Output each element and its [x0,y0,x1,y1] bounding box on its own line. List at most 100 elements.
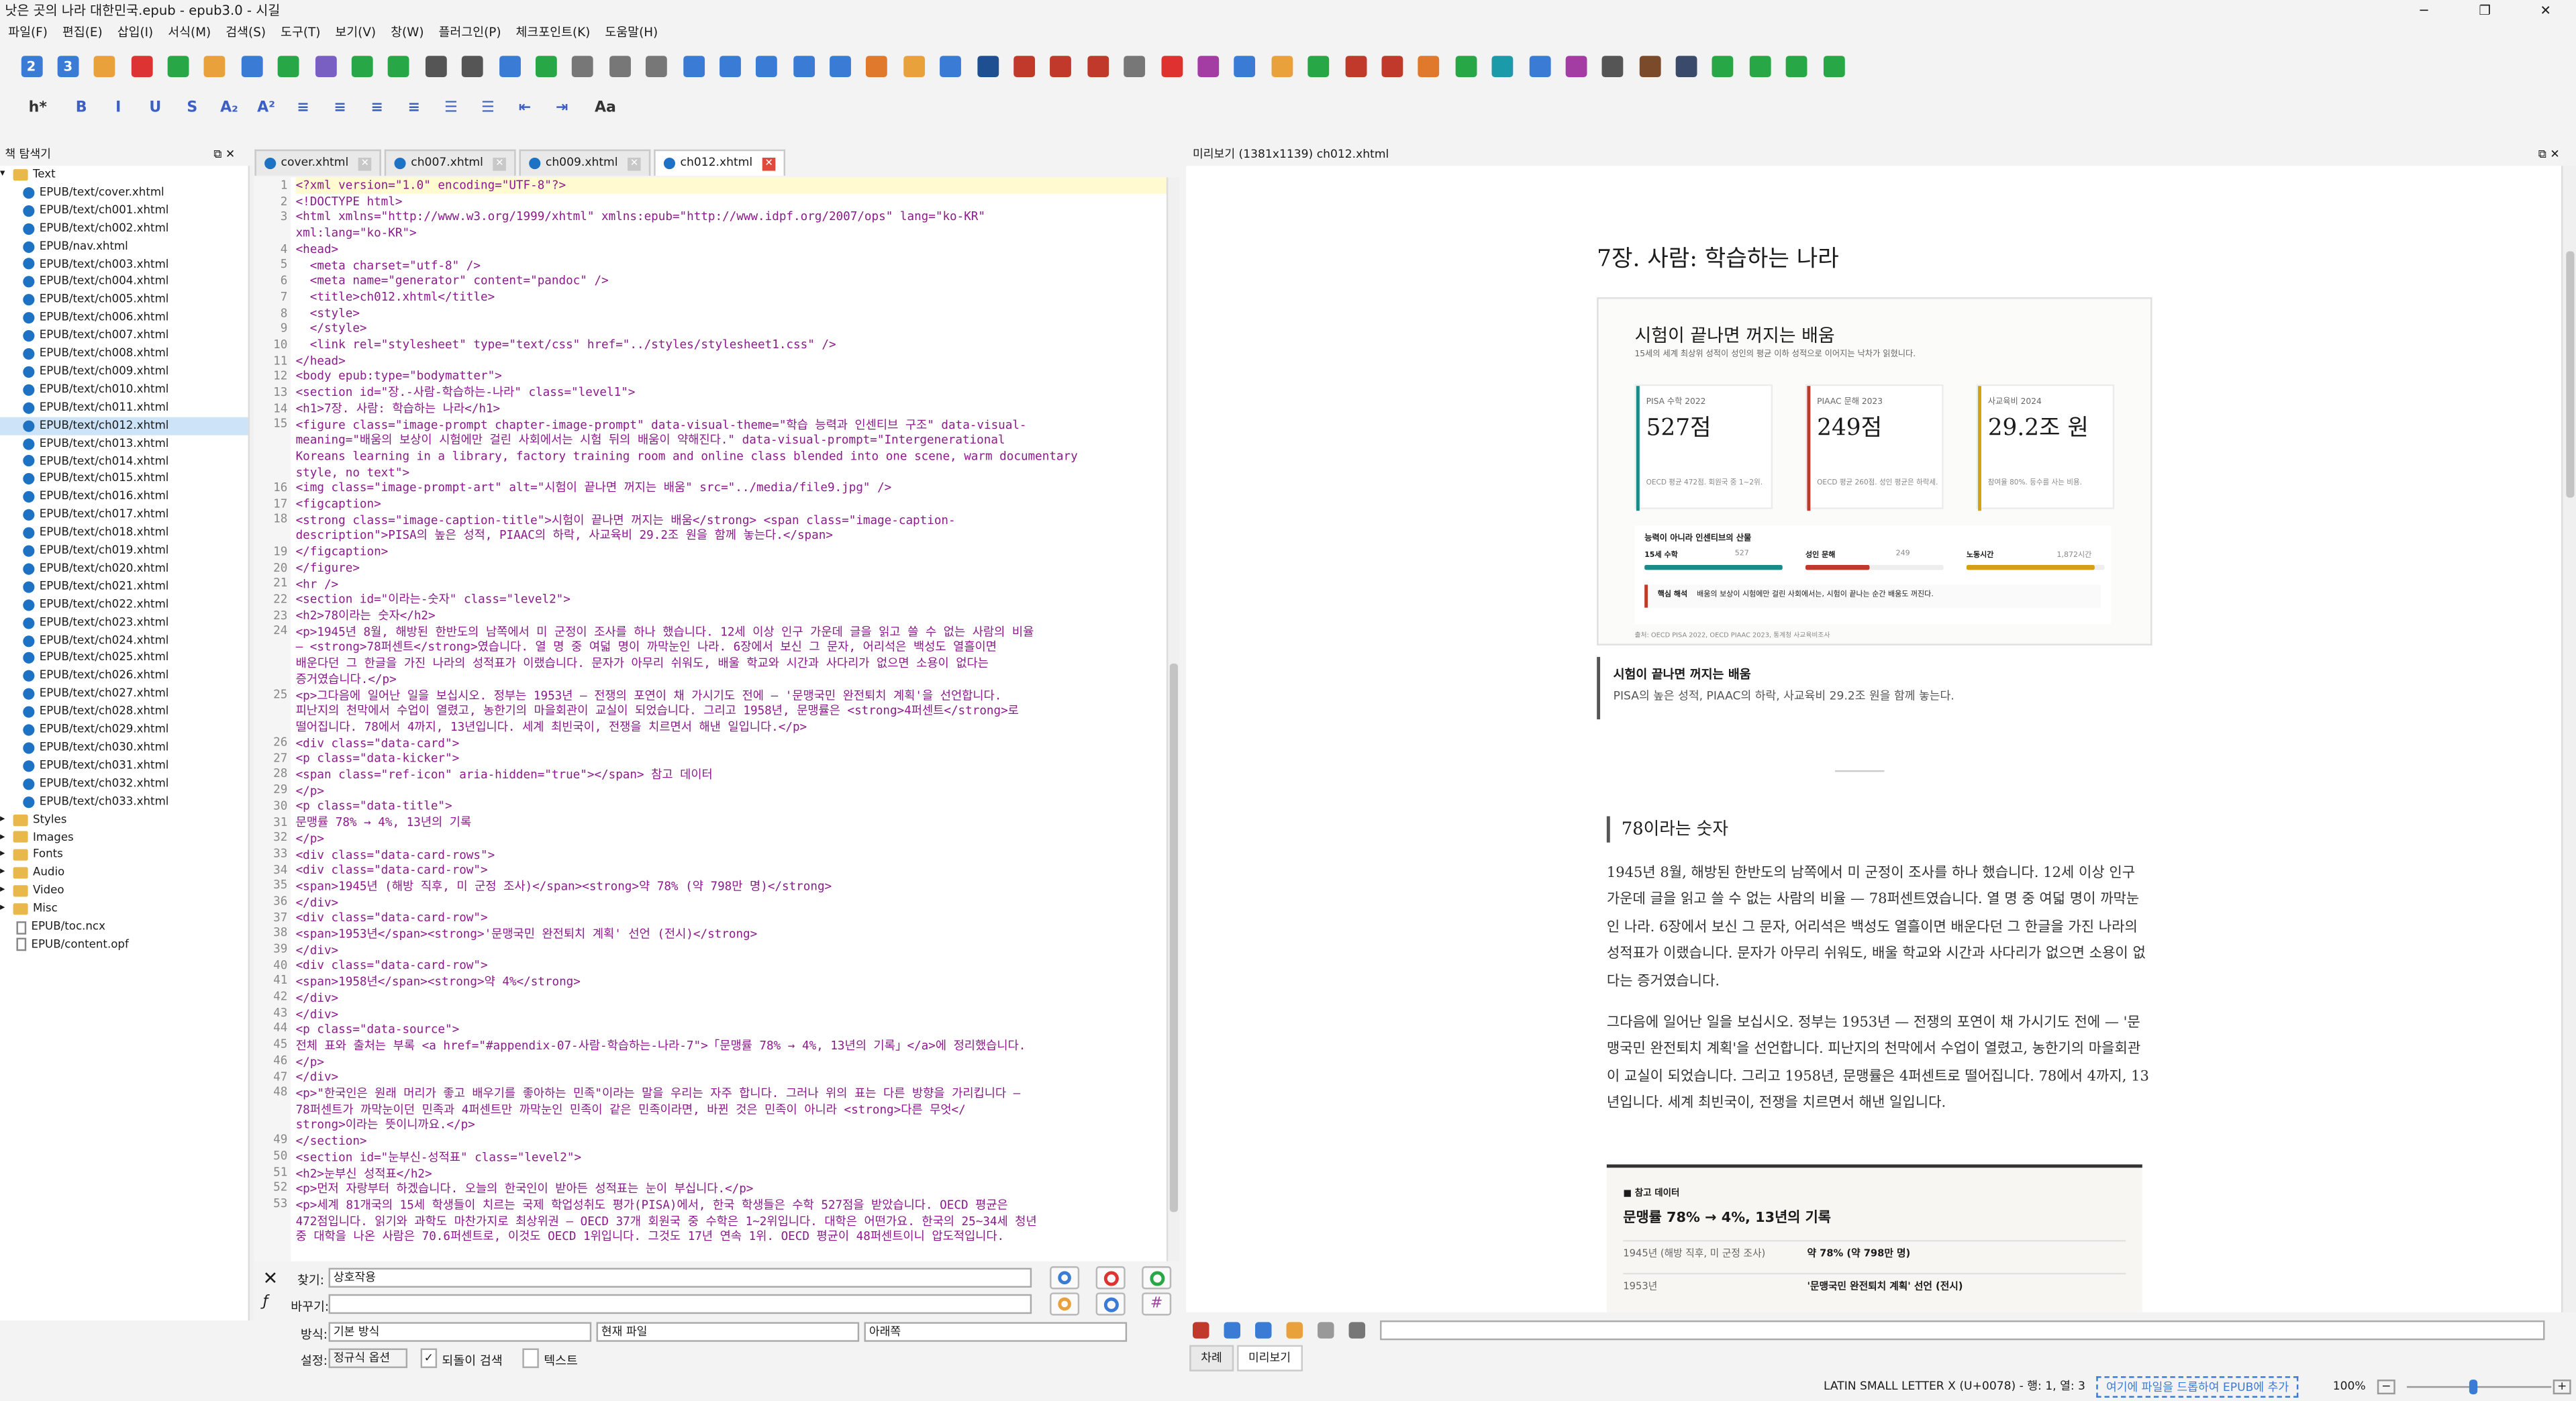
code-line[interactable]: xml:lang="ko-KR"> [296,225,1167,242]
code-line[interactable]: Koreans learning in a library, factory t… [296,448,1167,464]
code-line[interactable]: 중 대학을 나온 사람은 70.6퍼센트로, 이것도 OECD 1위입니다. 그… [296,1229,1167,1245]
code-content[interactable]: <?xml version="1.0" encoding="UTF-8"?> <!… [295,177,1167,1245]
code-line[interactable]: <p>"한국인은 원래 머리가 좋고 배우기를 좋아하는 민족"이라는 말을 우… [296,1086,1167,1102]
code-line[interactable]: <p>세계 81개국의 15세 학생들이 치르는 국제 학업성취도 평가(PIS… [296,1197,1167,1213]
code-line[interactable]: <!DOCTYPE html> [296,193,1167,209]
code-line[interactable]: </div> [296,990,1167,1006]
code-line[interactable]: <div class="data-card-row"> [296,958,1167,974]
code-line[interactable]: </div> [296,1070,1167,1086]
tree-file-item[interactable]: EPUB/text/ch032.xhtml [0,775,250,793]
tree-folder-item[interactable]: ▸ Images [0,829,250,847]
save-icon[interactable] [127,51,156,81]
replace-icon[interactable] [1009,51,1039,81]
add-existing-icon[interactable] [385,51,414,81]
menu-item-9[interactable]: 체크포인트(K) [516,21,591,44]
tree-file-item[interactable]: EPUB/text/ch028.xhtml [0,703,250,721]
preview-scrollbar[interactable] [2561,166,2576,1312]
code-editor[interactable]: 1 2 3 4 5 6 7 8 9 10 11 12 13 14 15 16 17 18 19 20 21 22 23 24 2… [254,177,1180,1261]
tree-folder-item[interactable]: ▸ Fonts [0,847,250,865]
format-button-14[interactable]: ⇥ [547,95,577,121]
format-button-10[interactable]: ≡ [399,95,429,121]
format-button-5[interactable]: A₂ [214,95,244,121]
format-button-15[interactable]: Aa [584,95,627,121]
tree-folder-item[interactable]: ▸ Misc [0,900,250,919]
minimize-icon[interactable]: ─ [2393,0,2455,21]
code-line[interactable]: <strong class="image-caption-title">시험이 … [296,512,1167,528]
toc-icon[interactable] [1267,51,1297,81]
add-file-icon[interactable] [164,51,193,81]
code-line[interactable]: </div> [296,1006,1167,1022]
replace-input[interactable] [328,1294,1032,1314]
tree-file-item[interactable]: EPUB/text/ch031.xhtml [0,757,250,775]
code-line[interactable]: </style> [296,321,1167,337]
tree-file-item[interactable]: EPUB/text/ch013.xhtml [0,435,250,453]
tree-file-item[interactable]: EPUB/text/ch024.xhtml [0,631,250,650]
close-tag-icon[interactable] [715,51,745,81]
format-button-11[interactable]: ☰ [436,95,466,121]
close-find-icon[interactable]: ✕ [263,1268,279,1290]
tree-file-item[interactable]: EPUB/text/ch021.xhtml [0,578,250,596]
code-line[interactable]: <meta charset="utf-8" /> [296,257,1167,273]
preview-search-input[interactable] [1380,1319,2545,1340]
spellcheck-icon[interactable] [973,51,1002,81]
tree-file-item[interactable]: EPUB/text/ch004.xhtml [0,273,250,291]
menu-item-10[interactable]: 도움말(H) [605,21,658,44]
code-line[interactable]: 전체 표와 출처는 부록 <a href="#appendix-07-사람-학습… [296,1038,1167,1054]
tree-file-item[interactable]: EPUB/text/ch029.xhtml [0,721,250,739]
plugin-7-icon[interactable] [1561,51,1591,81]
tree-file-item[interactable]: EPUB/text/ch030.xhtml [0,739,250,757]
code-line[interactable]: <html xmlns="http://www.w3.org/1999/xhtm… [296,209,1167,225]
tree-file-item[interactable]: EPUB/text/ch012.xhtml [0,416,250,435]
scope-select[interactable]: 현재 파일 [596,1322,860,1342]
tree-file-item[interactable]: EPUB/text/ch001.xhtml [0,202,250,220]
code-line[interactable]: <figcaption> [296,496,1167,512]
code-line[interactable]: 증거였습니다.</p> [296,672,1167,688]
code-line[interactable]: <span>1958년</span><strong>약 4%</strong> [296,974,1167,990]
tree-file-item[interactable]: EPUB/text/ch025.xhtml [0,650,250,668]
menu-item-5[interactable]: 도구(T) [281,21,320,44]
format-button-13[interactable]: ⇤ [510,95,540,121]
format-button-12[interactable]: ☰ [473,95,503,121]
image-icon[interactable] [826,51,855,81]
code-line[interactable]: <div class="data-card-row"> [296,911,1167,927]
tree-file-item[interactable]: EPUB/text/ch008.xhtml [0,345,250,363]
menu-item-1[interactable]: 편집(E) [62,21,103,44]
tree-file-item[interactable]: EPUB/text/ch023.xhtml [0,614,250,632]
code-line[interactable]: </figure> [296,560,1167,576]
code-line[interactable]: <h1>7장. 사람: 학습하는 나라</h1> [296,401,1167,417]
editor-scrollbar[interactable] [1166,177,1180,1261]
redo-icon[interactable] [532,51,561,81]
search-icon[interactable] [752,51,782,81]
format-button-8[interactable]: ≡ [326,95,355,121]
tab-close-icon[interactable]: ✕ [762,156,776,170]
replace-find-button[interactable] [1095,1266,1126,1290]
code-line[interactable]: <div class="data-card"> [296,735,1167,751]
plugin-4-icon[interactable] [1451,51,1481,81]
tree-file-item[interactable]: EPUB/text/ch007.xhtml [0,327,250,345]
add-icon[interactable] [274,51,303,81]
code-line[interactable]: </div> [296,894,1167,911]
metadata-icon[interactable] [421,51,450,81]
code-line[interactable]: <link rel="stylesheet" type="text/css" h… [296,337,1167,353]
function-icon[interactable]: ƒ [263,1294,268,1310]
count-button[interactable] [1095,1292,1126,1316]
tab-close-icon[interactable]: ✕ [628,156,641,170]
code-line[interactable]: </p> [296,831,1167,847]
code-line[interactable]: <div class="data-card-rows"> [296,847,1167,863]
tree-file-item[interactable]: EPUB/text/ch016.xhtml [0,488,250,507]
code-line[interactable]: style, no text"> [296,464,1167,480]
print-icon[interactable] [1348,1321,1366,1338]
code-line[interactable]: <p class="data-source"> [296,1022,1167,1038]
code-line[interactable]: </figcaption> [296,544,1167,560]
format-button-3[interactable]: U [140,95,170,121]
zoom-icon[interactable] [789,51,818,81]
list-icon[interactable] [1230,51,1260,81]
close-icon[interactable]: ✕ [2515,0,2576,21]
bottom-tab-0[interactable]: 차례 [1189,1345,1234,1371]
open-icon[interactable] [90,51,119,81]
omega-icon[interactable] [899,51,929,81]
menu-item-2[interactable]: 삽입(I) [117,21,154,44]
hash-icon[interactable]: # [1142,1292,1172,1316]
menu-item-4[interactable]: 검색(S) [226,21,266,44]
code-line[interactable]: </section> [296,1133,1167,1149]
